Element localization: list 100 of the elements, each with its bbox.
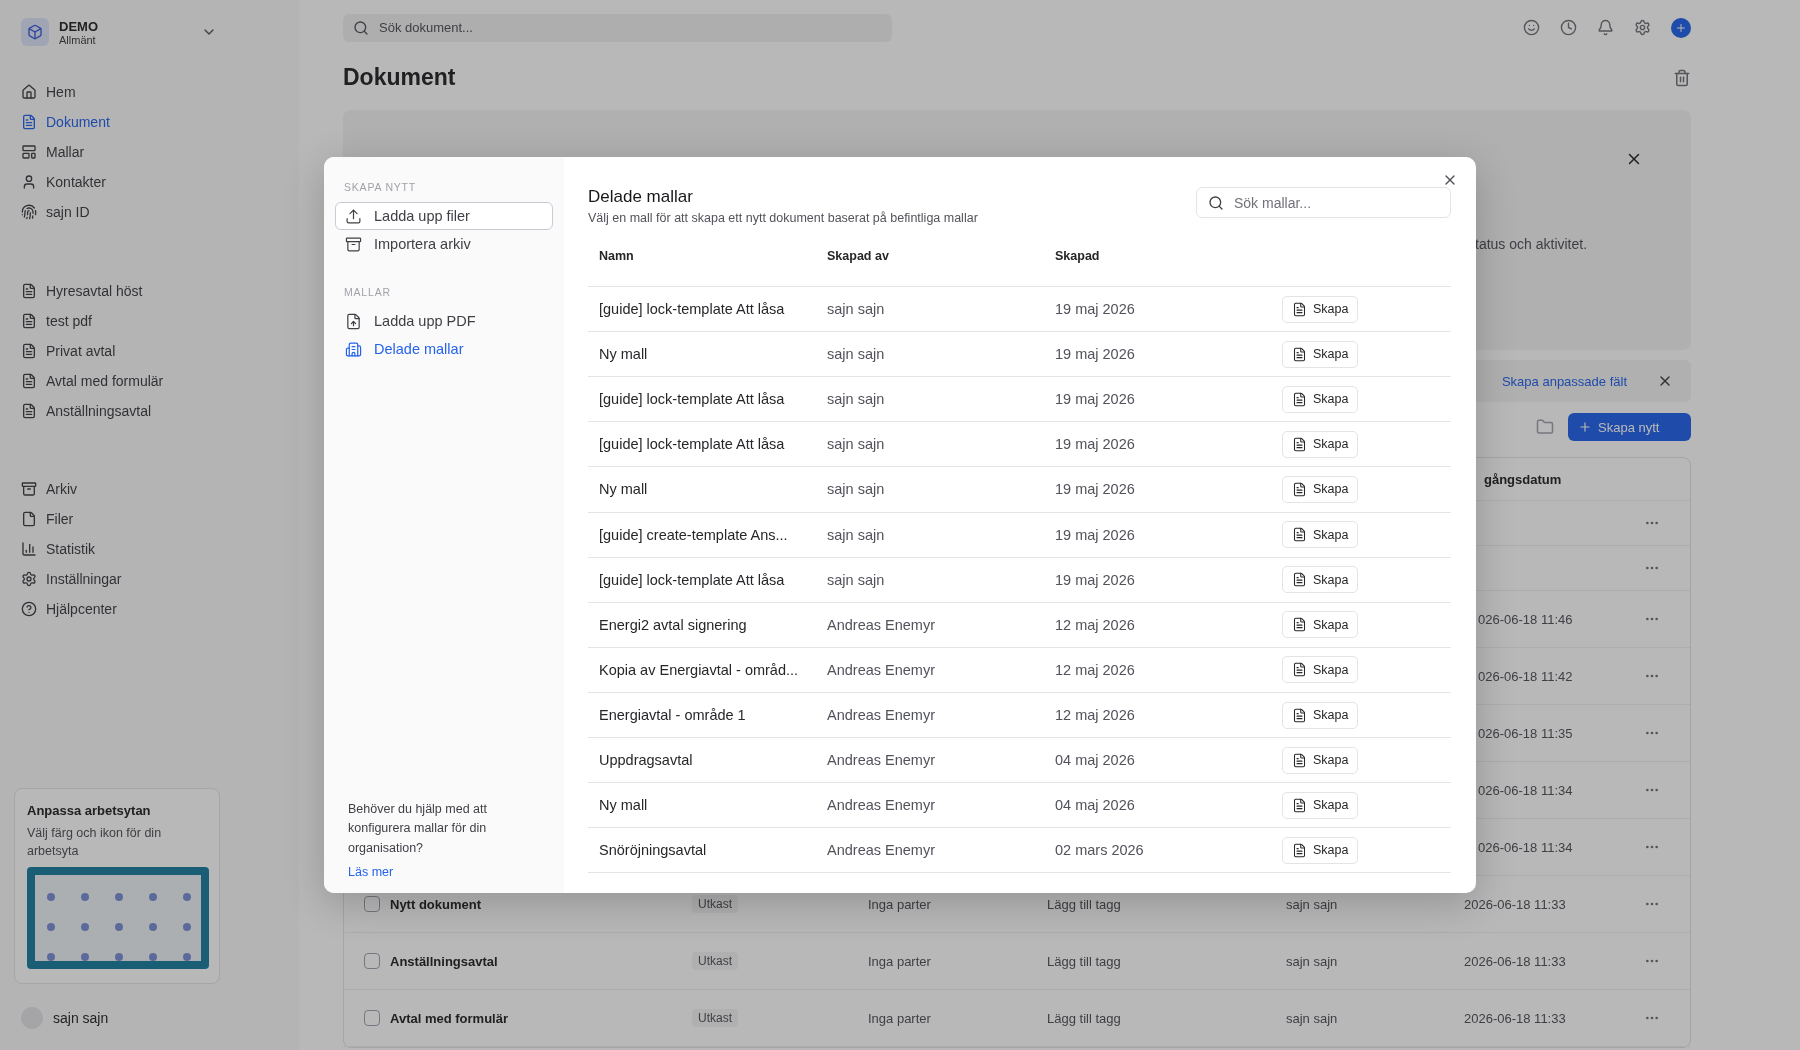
user-name: sajn sajn [53,1010,109,1026]
menu-item[interactable]: Delade mallar [335,335,553,363]
create-button[interactable]: Skapa [1282,656,1359,684]
table-cell-text: 19 maj 2026 [1055,571,1136,588]
create-button[interactable]: Skapa [1282,791,1359,819]
nav-item[interactable]: Privat avtal [21,336,299,366]
create-button[interactable]: Skapa [1282,430,1359,458]
table-cell-text: 04 maj 2026 [1055,797,1136,814]
nav-item[interactable]: Hyresavtal höst [21,276,299,306]
create-button[interactable]: Skapa [1282,566,1359,594]
table-cell-text: Nytt dokument [390,896,482,912]
table-cell-text: Inga parter [868,953,932,969]
document-icon [1292,707,1307,723]
read-more-link[interactable]: Läs mer [348,865,394,879]
menu-item[interactable]: Ladda upp filer [335,202,553,230]
nav-item[interactable]: Anställningsavtal [21,396,299,426]
upload-icon [345,207,362,225]
clock-icon[interactable] [1560,19,1577,36]
document-icon [1292,572,1307,588]
trash-icon[interactable] [1673,68,1691,87]
create-button[interactable]: Skapa [1282,295,1359,323]
workspace-name: DEMO [59,18,99,34]
table-cell-text: Ny mall [599,346,649,363]
page-title: Dokument [343,64,456,91]
table-cell-text: Ny mall [599,481,649,498]
table-cell-text: Uppdragsavtal [599,752,694,769]
document-icon [1292,301,1307,317]
search-field[interactable]: Sök mallar... [1196,187,1451,218]
table-cell-text: Andreas Enemyr [827,797,936,814]
row-checkbox[interactable] [364,953,380,969]
smiley-icon[interactable] [1523,19,1540,36]
create-button[interactable]: Skapa [1282,701,1359,729]
file-icon [21,511,37,527]
building-icon [345,340,362,358]
nav-item[interactable]: Mallar [21,137,299,167]
create-button[interactable]: Skapa [1282,385,1359,413]
help-text: Behöver du hjälp med att konfigurera mallar för din organisation? [348,800,488,857]
table-cell-text: Inga parter [868,896,932,912]
nav-item[interactable]: Hem [21,77,299,107]
create-button[interactable]: Skapa [1282,476,1359,503]
table-cell-text: Ny mall [599,797,649,814]
create-button[interactable]: Skapa [1282,611,1359,639]
table-cell-text: [guide] lock-template Att låsa [599,391,786,408]
search-field[interactable]: Sök dokument... [343,13,892,42]
plus-icon [1578,420,1592,434]
table-cell-text: 2026-06-18 11:33 [1464,896,1567,912]
section-label: SKAPA NYTT [343,181,417,193]
nav-item[interactable]: Filer [21,504,299,534]
row-checkbox[interactable] [364,896,380,912]
table-cell-text: sajn sajn [827,526,886,543]
table-cell-text: 19 maj 2026 [1055,526,1136,543]
menu-item[interactable]: Importera arkiv [335,230,553,258]
folder-icon[interactable] [1536,418,1554,436]
create-button[interactable]: Skapa [1282,746,1359,774]
table-cell-text: 026-06-18 11:46 [1477,611,1574,627]
table-cell-text: 19 maj 2026 [1055,481,1136,498]
nav-item[interactable]: test pdf [21,306,299,336]
nav-item[interactable]: sajn ID [21,197,299,227]
row-checkbox[interactable] [364,1010,380,1026]
nav-item[interactable]: Kontakter [21,167,299,197]
table-cell-text: 19 maj 2026 [1055,346,1136,363]
table-cell-text: sajn sajn [1286,896,1339,912]
document-icon [1292,527,1307,543]
plus-icon [1675,21,1687,34]
column-header: Skapad av [827,248,890,263]
column-header: Namn [599,248,635,263]
table-cell-text: Lägg till tagg [1047,1010,1122,1026]
table-cell-text: 19 maj 2026 [1055,301,1136,318]
settings-icon[interactable] [1634,19,1651,36]
table-cell-text: 12 maj 2026 [1055,661,1136,678]
create-button[interactable]: Skapa [1282,521,1359,549]
file-upload-icon [345,312,362,330]
nav-item[interactable]: Inställningar [21,564,299,594]
table-cell-text: Energi2 avtal signering [599,616,748,633]
fingerprint-icon [21,204,37,220]
custom-fields-link[interactable]: Skapa anpassade fält [1501,373,1627,389]
nav-item[interactable]: Statistik [21,534,299,564]
nav-item[interactable]: Avtal med formulär [21,366,299,396]
nav-item[interactable]: Hjälpcenter [21,594,299,624]
create-button[interactable]: Skapa [1282,340,1359,368]
dialog-subtitle: Välj en mall för att skapa ett nytt dokument baserat på befintliga mallar [588,211,978,225]
create-button[interactable]: Skapa [1282,836,1359,864]
table-cell-text: [guide] lock-template Att låsa [599,436,786,453]
table-cell-text: 02 mars 2026 [1055,842,1145,859]
document-icon [1292,752,1307,768]
document-icon [1292,662,1307,678]
new-button[interactable]: Skapa nytt [1568,413,1691,441]
document-icon [21,343,37,359]
table-cell-text: sajn sajn [827,301,886,318]
table-cell-text: sajn sajn [1286,953,1339,969]
nav-item[interactable]: Arkiv [21,474,299,504]
nav-item[interactable]: Dokument [21,107,299,137]
menu-item[interactable]: Ladda upp PDF [335,307,553,335]
table-cell-text: Avtal med formulär [390,1010,509,1026]
avatar[interactable] [1671,17,1691,38]
workspace-subtitle: Allmänt [59,33,97,46]
table-cell-text: [guide] lock-template Att låsa [599,301,786,318]
document-icon [1292,797,1307,813]
table-cell-text: 2026-06-18 11:33 [1464,953,1567,969]
bell-icon[interactable] [1597,19,1614,36]
